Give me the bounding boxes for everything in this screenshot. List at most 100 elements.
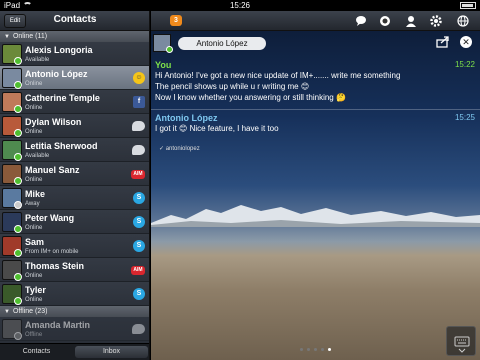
- contact-name: Alexis Longoria: [25, 45, 93, 55]
- sidebar-tabs: Contacts Inbox: [0, 343, 149, 360]
- chat-bubble-service-icon: [132, 145, 145, 155]
- contact-status: Offline: [25, 332, 43, 338]
- message-group: Antonio López 15:25 I got it 😊 Nice feat…: [155, 113, 477, 134]
- globe-icon[interactable]: [457, 15, 469, 27]
- tab-inbox[interactable]: Inbox: [75, 346, 148, 358]
- contact-name: Tyler: [25, 285, 46, 295]
- person-icon[interactable]: [405, 15, 417, 27]
- presence-status-icon: [14, 81, 22, 89]
- presence-status-icon: [14, 153, 22, 161]
- page-indicator[interactable]: [151, 338, 480, 356]
- top-toolbar: 3: [151, 11, 480, 31]
- chat-bubbles-icon[interactable]: [356, 15, 368, 27]
- tab-contacts[interactable]: Contacts: [0, 344, 73, 360]
- contact-status: From IM+ on mobile: [25, 249, 79, 255]
- status-bar: iPad 15:26: [0, 0, 480, 11]
- share-icon[interactable]: [436, 36, 450, 48]
- contact-status: Available: [25, 57, 50, 63]
- skype-service-icon: S: [133, 288, 145, 300]
- sidebar-header: Edit Contacts: [0, 11, 149, 31]
- chat-bubble-service-icon: [132, 121, 145, 131]
- message-text: The pencil shows up while u r writing me…: [155, 82, 310, 91]
- contact-name: Peter Wang: [25, 213, 75, 223]
- message-divider: [151, 109, 480, 110]
- presence-status-icon: [14, 57, 22, 65]
- contact-status: Online: [25, 105, 43, 111]
- skype-service-icon: S: [133, 216, 145, 228]
- contact-row[interactable]: Tyler Online S: [0, 282, 149, 306]
- message-time: 15:25: [454, 113, 475, 122]
- contact-name: Dylan Wilson: [25, 117, 82, 127]
- collapse-triangle-icon: ▼: [4, 309, 10, 315]
- contact-row[interactable]: Letitia Sherwood Available: [0, 138, 149, 162]
- contact-name: Catherine Temple: [25, 93, 100, 103]
- skype-service-icon: S: [133, 240, 145, 252]
- collapse-triangle-icon: ▼: [4, 34, 10, 40]
- presence-status-icon: [14, 201, 22, 209]
- unread-badge[interactable]: 3: [170, 15, 182, 26]
- chat-area: 3 Antonio López ✕ You 15:22 Hi Antonio! …: [151, 11, 480, 360]
- contact-list-offline: Amanda Martin Offline: [0, 317, 149, 341]
- message-text: Now I know whether you answering or stil…: [155, 93, 346, 102]
- aim-service-icon: AIM: [131, 266, 145, 275]
- contact-name: Thomas Stein: [25, 261, 85, 271]
- message-text: I got it 😊 Nice feature, I have it too: [155, 124, 279, 133]
- smiley-service-icon: ☺: [133, 72, 145, 84]
- skype-service-icon: S: [133, 192, 145, 204]
- contact-name: Mike: [25, 189, 46, 199]
- presence-status-icon: [14, 225, 22, 233]
- contact-status: Online: [25, 81, 43, 87]
- contact-name: Sam: [25, 237, 45, 247]
- contacts-sidebar: Edit Contacts ▼ Online (11) Alexis Longor…: [0, 11, 150, 360]
- message-time: 15:22: [454, 60, 475, 69]
- group-header-offline[interactable]: ▼ Offline (23): [0, 306, 149, 317]
- message-sender: You: [155, 60, 172, 70]
- message-sender: Antonio López: [155, 113, 218, 123]
- contact-status: Away: [25, 201, 40, 207]
- contact-status: Online: [25, 273, 43, 279]
- presence-status-icon: [14, 129, 22, 137]
- contact-status: Online: [25, 177, 43, 183]
- keyboard-icon: [454, 336, 470, 353]
- message-group: You 15:22 Hi Antonio! I've got a new nic…: [155, 60, 477, 103]
- contact-name: Manuel Sanz: [25, 165, 80, 175]
- contact-row[interactable]: Antonio López Online ☺: [0, 66, 149, 90]
- contact-row[interactable]: Peter Wang Online S: [0, 210, 149, 234]
- contact-status: Online: [25, 129, 43, 135]
- clock: 15:26: [229, 1, 251, 10]
- status-ring-icon[interactable]: [379, 15, 391, 27]
- presence-status-icon: [14, 297, 22, 305]
- contact-row[interactable]: Amanda Martin Offline: [0, 317, 149, 341]
- battery-icon: [460, 2, 476, 9]
- contact-list-online: Alexis Longoria Available Antonio López Onl…: [0, 42, 149, 306]
- contact-row[interactable]: Sam From IM+ on mobile S: [0, 234, 149, 258]
- group-label: Offline (23): [12, 308, 48, 315]
- contact-status: Online: [25, 225, 43, 231]
- presence-status-icon: [14, 249, 22, 257]
- contact-status: Online: [25, 297, 43, 303]
- group-header-online[interactable]: ▼ Online (11): [0, 31, 149, 42]
- contact-row[interactable]: Dylan Wilson Online: [0, 114, 149, 138]
- gear-icon[interactable]: [430, 15, 442, 27]
- presence-status-icon: [14, 273, 22, 281]
- presence-status-icon: [14, 332, 22, 340]
- chat-bubble-service-icon: [132, 324, 145, 334]
- contact-name: Antonio López: [25, 69, 88, 79]
- close-chat-icon[interactable]: ✕: [460, 36, 472, 48]
- facebook-service-icon: f: [133, 96, 145, 108]
- chat-contact-name[interactable]: Antonio López: [178, 37, 266, 50]
- read-receipt: ✓ antoniolopez: [159, 146, 200, 152]
- contact-name: Letitia Sherwood: [25, 141, 98, 151]
- contact-row[interactable]: Thomas Stein Online AIM: [0, 258, 149, 282]
- contact-row[interactable]: Alexis Longoria Available: [0, 42, 149, 66]
- contact-row[interactable]: Mike Away S: [0, 186, 149, 210]
- contact-row[interactable]: Manuel Sanz Online AIM: [0, 162, 149, 186]
- sidebar-title: Contacts: [53, 14, 97, 25]
- mountain-horizon: [151, 205, 480, 227]
- presence-status-icon: [14, 105, 22, 113]
- aim-service-icon: AIM: [131, 170, 145, 179]
- contact-row[interactable]: Catherine Temple Online f: [0, 90, 149, 114]
- group-label: Online (11): [12, 33, 48, 40]
- presence-status-icon: [14, 177, 22, 185]
- keyboard-toggle-button[interactable]: [446, 326, 476, 356]
